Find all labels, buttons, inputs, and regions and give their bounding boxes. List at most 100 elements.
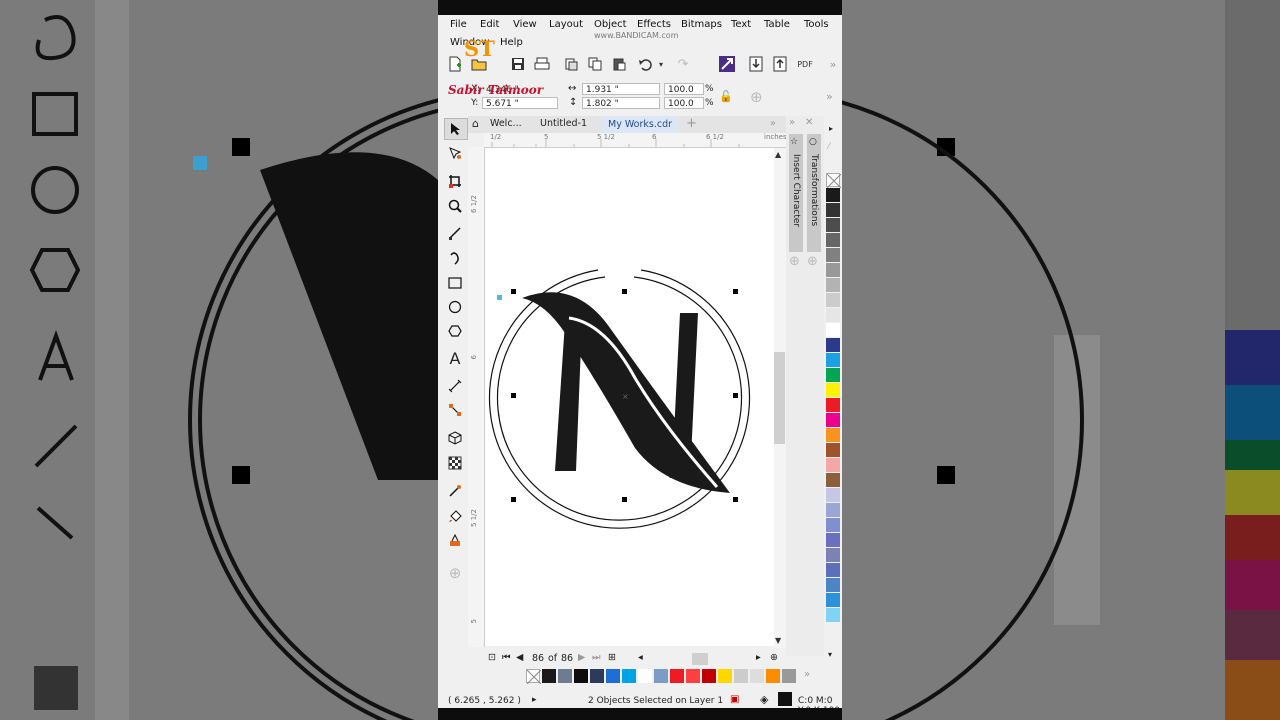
menu-effects[interactable]: Effects [637,19,671,30]
zoom-tool-icon[interactable] [444,196,466,216]
width-field[interactable]: 1.931 " [582,83,660,95]
add-page-icon[interactable]: ⊞ [608,652,616,663]
toolbar-overflow-icon[interactable]: » [824,55,842,73]
tab-my-works[interactable]: My Works.cdr [602,116,679,133]
last-page-icon[interactable]: ⏭ [592,652,601,663]
color-swatch-h[interactable] [734,669,748,683]
h-scroll-left-icon[interactable]: ◂ [638,652,643,663]
page-settings-icon[interactable]: ⊡ [488,652,496,663]
new-tab-icon[interactable]: + [686,116,697,131]
previous-page-icon[interactable]: ◀ [516,652,523,663]
menu-file[interactable]: File [450,19,467,30]
color-swatch-h[interactable] [686,669,700,683]
color-swatch[interactable] [826,428,840,442]
artistic-media-tool-icon[interactable] [444,248,466,268]
palette-overflow-icon[interactable]: » [804,669,810,680]
cut-icon[interactable] [562,55,580,73]
menu-layout[interactable]: Layout [549,19,583,30]
transformations-docker-tab[interactable]: ○ Transformations [807,134,821,252]
color-swatch[interactable] [826,398,840,412]
transparency-tool-icon[interactable] [444,453,466,473]
drawing-canvas[interactable]: × [485,148,774,646]
menu-view[interactable]: View [513,19,537,30]
docker-collapse-icon[interactable]: » [789,117,795,128]
color-swatch-h[interactable] [654,669,668,683]
tabs-overflow-icon[interactable]: » [770,118,776,129]
color-swatch[interactable] [826,368,840,382]
height-field[interactable]: 1.802 " [582,97,660,109]
status-arrow-icon[interactable]: ▸ [532,695,537,705]
menu-table[interactable]: Table [764,19,790,30]
menu-text[interactable]: Text [731,19,751,30]
palette-scroll-up-icon[interactable]: ▸ [829,124,833,133]
copy-icon[interactable] [586,55,604,73]
color-swatch-h[interactable] [718,669,732,683]
import-icon[interactable] [747,55,765,73]
color-swatch[interactable] [826,593,840,607]
insert-character-docker-tab[interactable]: ☆ Insert Character [789,134,803,252]
h-scroll-right-icon[interactable]: ▸ [756,652,761,663]
color-swatch-h[interactable] [558,669,572,683]
eyedropper-tool-icon[interactable] [444,481,466,501]
save-icon[interactable] [509,55,527,73]
interactive-fill-tool-icon[interactable] [444,506,466,526]
ellipse-tool-icon[interactable] [444,297,466,317]
tab-untitled-1[interactable]: Untitled-1 [540,118,587,129]
first-page-icon[interactable]: ⏮ [502,652,511,663]
color-swatch[interactable] [826,233,840,247]
next-page-icon[interactable]: ▶ [578,652,585,663]
color-swatch[interactable] [826,263,840,277]
color-swatch[interactable] [826,443,840,457]
lock-ratio-icon[interactable]: 🔓 [719,90,733,103]
scale-x-field[interactable]: 100.0 [664,83,704,95]
rectangle-tool-icon[interactable] [444,273,466,293]
color-swatch-h[interactable] [606,669,620,683]
menu-tools[interactable]: Tools [804,19,829,30]
scroll-up-icon[interactable]: ▲ [775,150,781,159]
docker-close-icon[interactable]: ✕ [805,117,813,128]
paste-icon[interactable] [610,55,628,73]
menu-help[interactable]: Help [500,37,523,48]
add-tool-icon[interactable]: ⊕ [444,563,466,583]
scrollbar-thumb[interactable] [774,352,785,444]
corel-connect-icon[interactable] [718,55,736,73]
palette-scroll-down-icon[interactable]: ▾ [828,650,832,659]
color-swatch-h[interactable] [638,669,652,683]
color-swatch-h[interactable] [766,669,780,683]
color-swatch-h[interactable] [542,669,556,683]
print-icon[interactable] [533,55,551,73]
home-icon[interactable]: ⌂ [472,117,479,130]
scale-y-field[interactable]: 100.0 [664,97,704,109]
color-swatch[interactable] [826,548,840,562]
h-scrollbar-thumb[interactable] [692,653,708,665]
connector-tool-icon[interactable] [444,400,466,420]
polygon-tool-icon[interactable] [444,321,466,341]
tab-welcome[interactable]: Welc... [490,118,522,129]
no-color-swatch[interactable] [826,173,842,189]
color-swatch[interactable] [826,218,840,232]
add-docker-icon-2[interactable]: ⊕ [807,254,818,269]
color-swatch[interactable] [826,248,840,262]
color-swatch[interactable] [826,533,840,547]
add-property-icon[interactable]: ⊕ [750,88,763,106]
add-docker-icon[interactable]: ⊕ [789,254,800,269]
crop-tool-icon[interactable] [444,171,466,191]
color-swatch[interactable] [826,308,840,322]
y-position-field[interactable]: 5.671 " [482,97,558,109]
color-swatch[interactable] [826,188,840,202]
menu-edit[interactable]: Edit [480,19,499,30]
menu-bitmaps[interactable]: Bitmaps [681,19,722,30]
color-swatch[interactable] [826,488,840,502]
logo-artwork[interactable]: × [485,148,774,646]
palette-eyedropper-icon[interactable]: ⁄ [828,142,830,152]
color-swatch[interactable] [826,293,840,307]
color-swatch[interactable] [826,353,840,367]
color-swatch[interactable] [826,563,840,577]
zoom-icon[interactable]: ⊕ [770,652,778,663]
color-swatch-h[interactable] [574,669,588,683]
vertical-scrollbar[interactable]: ▲ ▼ [774,148,786,648]
color-swatch[interactable] [826,203,840,217]
color-swatch[interactable] [826,323,840,337]
color-swatch-h[interactable] [702,669,716,683]
color-swatch[interactable] [826,338,840,352]
